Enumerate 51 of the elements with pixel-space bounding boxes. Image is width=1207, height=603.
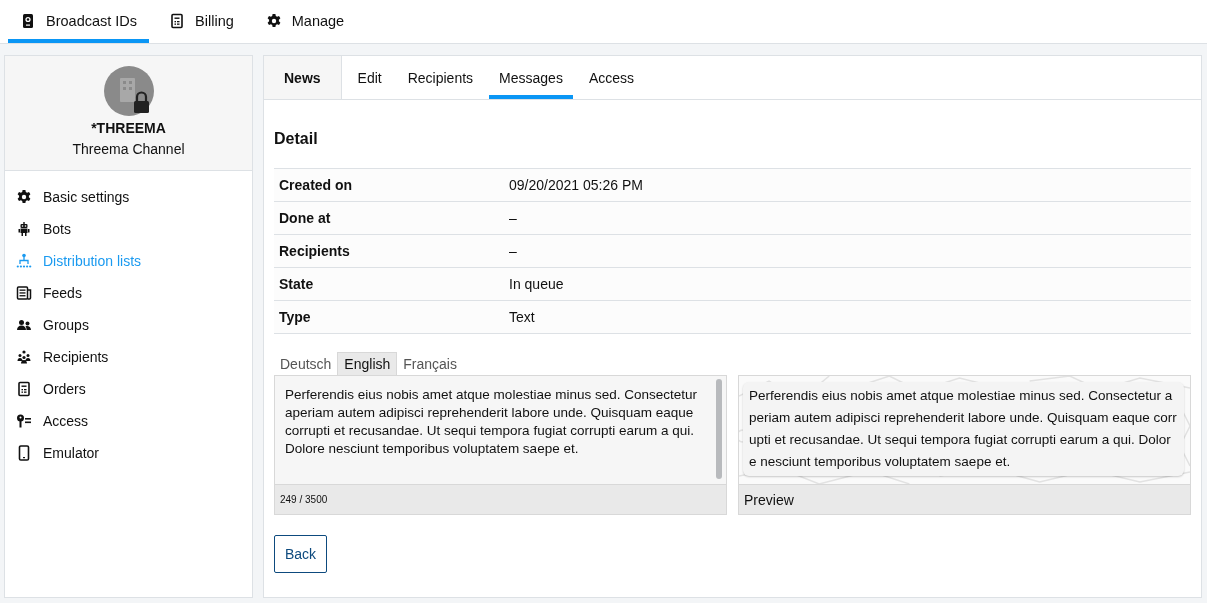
sidebar-item[interactable]: Basic settings (5, 181, 252, 213)
settings-icon (265, 13, 282, 29)
receipt-icon (16, 381, 32, 397)
row-value: 09/20/2021 05:26 PM (504, 168, 1191, 202)
key-icon (16, 413, 32, 429)
detail-heading: Detail (274, 130, 319, 148)
tab[interactable]: Edit (347, 56, 392, 99)
sidebar-item[interactable]: Emulator (5, 437, 252, 469)
channel-name: Threema Channel (72, 141, 185, 157)
sidebar-item[interactable]: Recipients (5, 341, 252, 373)
language-tab[interactable]: Français (397, 352, 463, 375)
row-value: – (504, 201, 1191, 235)
language-tab[interactable]: Deutsch (274, 352, 338, 375)
newspaper-icon (16, 285, 32, 301)
id-card-icon (20, 13, 36, 29)
message-field[interactable]: Perferendis eius nobis amet atque molestiae minus sed. Consectetur aperiam autem adipisci reprehenderit labore unde. Quisquam eaque corrupti et recusandae. Ut sequi tempora fugiat corrupti earum a qui. Dolore nesciunt temporibus voluptatem saepe et. (275, 376, 713, 484)
sidebar-item[interactable]: Feeds (5, 277, 252, 309)
row-label: Done at (274, 201, 504, 235)
row-value: – (504, 234, 1191, 268)
group-icon (16, 317, 32, 333)
people-icon (16, 349, 32, 365)
channel-id: *THREEMA (91, 120, 166, 136)
tab[interactable]: Access (578, 56, 644, 99)
back-button[interactable]: Back (274, 535, 328, 573)
nav-tab[interactable]: Billing (157, 0, 246, 43)
row-label: Created on (274, 168, 504, 202)
sidebar-item[interactable]: Groups (5, 309, 252, 341)
nav-tab[interactable]: Manage (253, 0, 357, 43)
phone-icon (16, 445, 32, 461)
row-label: Type (274, 300, 504, 334)
character-counter: 249 / 3500 (275, 484, 726, 514)
building-lock-icon (103, 66, 154, 116)
language-tab[interactable]: English (337, 352, 398, 375)
scrollbar-thumb[interactable] (716, 379, 722, 479)
tab[interactable]: Messages (489, 56, 573, 99)
receipt-icon (169, 13, 186, 29)
distribution-icon (16, 253, 32, 269)
robot-icon (16, 221, 32, 237)
nav-tab[interactable]: Broadcast IDs (8, 0, 150, 43)
settings-icon (16, 189, 32, 205)
tab[interactable]: Recipients (397, 56, 484, 99)
preview-label: Preview (739, 484, 1190, 514)
row-label: Recipients (274, 234, 504, 268)
sidebar-item[interactable]: Orders (5, 373, 252, 405)
section-title: News (264, 56, 342, 99)
message-bubble: Perferendis eius nobis amet atque molestiae minus sed. Consectetur aperiam autem adipisci reprehenderit labore unde. Quisquam eaque corrupti et recusandae. Ut sequi tempora fugiat corrupti earum a qui. Dolore nesciunt temporibus voluptatem saepe et. (743, 382, 1184, 476)
row-label: State (274, 267, 504, 301)
sidebar-item[interactable]: Bots (5, 213, 252, 245)
row-value: Text (504, 300, 1191, 334)
sidebar-item[interactable]: Access (5, 405, 252, 437)
row-value: In queue (504, 267, 1191, 301)
